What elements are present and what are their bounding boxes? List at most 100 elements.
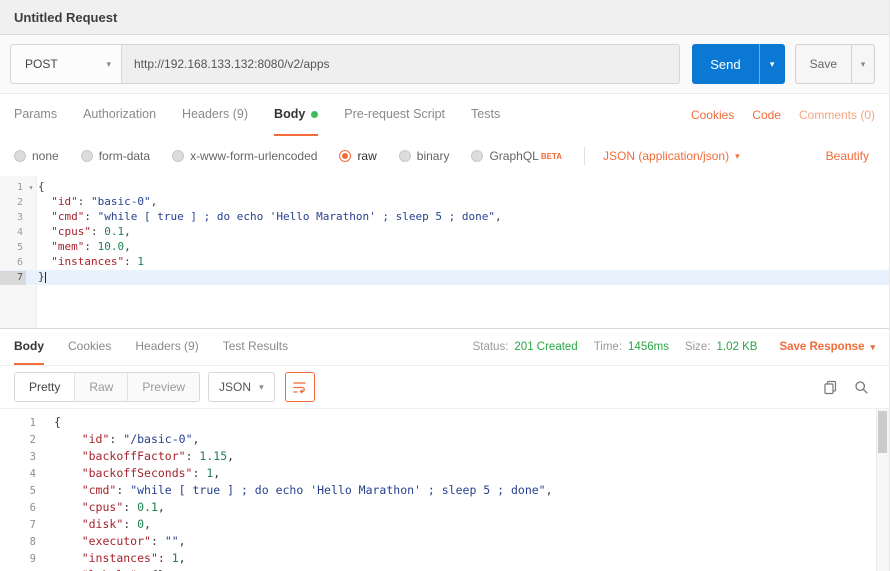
time-value: 1456ms xyxy=(628,341,669,353)
copy-icon xyxy=(823,380,838,395)
code-line[interactable]: 2 "id": "basic-0", xyxy=(0,195,889,210)
code-link[interactable]: Code xyxy=(752,108,781,122)
radio-graphql-label: GraphQL xyxy=(489,149,538,163)
request-tabs: Params Authorization Headers (9) Body Pr… xyxy=(0,94,889,136)
response-body-editor[interactable]: 1{2 "id": "/basic-0",3 "backoffFactor": … xyxy=(0,409,889,571)
radio-raw[interactable]: raw xyxy=(339,149,376,163)
tab-prerequest-label: Pre-request Script xyxy=(344,107,445,121)
tab-authorization[interactable]: Authorization xyxy=(83,94,156,136)
code-line[interactable]: 4 "cpus": 0.1, xyxy=(0,225,889,240)
size-value: 1.02 KB xyxy=(717,341,758,353)
request-title-bar: Untitled Request xyxy=(0,0,889,35)
code-text: { xyxy=(52,415,61,429)
radio-graphql[interactable]: GraphQL BETA xyxy=(471,149,562,163)
code-text: "cmd": "while [ true ] ; do echo 'Hello … xyxy=(52,483,553,497)
code-line[interactable]: 7 "disk": 0, xyxy=(8,516,889,533)
radio-icon xyxy=(399,150,411,162)
code-line[interactable]: 1{ xyxy=(8,414,889,431)
tab-tests[interactable]: Tests xyxy=(471,94,500,136)
response-tab-cookies-label: Cookies xyxy=(68,339,111,353)
code-line[interactable]: 5 "cmd": "while [ true ] ; do echo 'Hell… xyxy=(8,482,889,499)
send-options-button[interactable]: ▾ xyxy=(759,44,785,84)
radio-urlencoded-label: x-www-form-urlencoded xyxy=(190,149,317,163)
tab-params[interactable]: Params xyxy=(14,94,57,136)
view-raw-button[interactable]: Raw xyxy=(74,373,127,401)
code-line[interactable]: 6 "cpus": 0.1, xyxy=(8,499,889,516)
response-format-select[interactable]: JSON ▾ xyxy=(208,372,275,402)
code-line[interactable]: 10 "labels": {}, xyxy=(8,567,889,571)
line-number: 6 xyxy=(0,256,26,270)
line-number: 5 xyxy=(0,241,26,255)
beautify-link[interactable]: Beautify xyxy=(826,149,875,163)
search-button[interactable] xyxy=(854,380,869,395)
comments-link[interactable]: Comments (0) xyxy=(799,108,875,122)
tab-tests-label: Tests xyxy=(471,107,500,121)
url-input[interactable] xyxy=(122,44,680,84)
view-preview-button[interactable]: Preview xyxy=(127,373,199,401)
radio-form-data-label: form-data xyxy=(99,149,150,163)
code-text: "cmd": "while [ true ] ; do echo 'Hello … xyxy=(36,210,502,223)
radio-form-data[interactable]: form-data xyxy=(81,149,150,163)
text-cursor xyxy=(45,272,46,283)
fold-caret-icon[interactable]: ▾ xyxy=(26,181,36,195)
tab-headers[interactable]: Headers (9) xyxy=(182,94,248,136)
save-button[interactable]: Save xyxy=(795,44,851,84)
code-text: "instances": 1, xyxy=(52,551,186,565)
code-line[interactable]: 3 "backoffFactor": 1.15, xyxy=(8,448,889,465)
chevron-down-icon: ▾ xyxy=(861,59,866,70)
line-number: 4 xyxy=(0,226,26,240)
wrap-lines-icon xyxy=(292,380,307,395)
radio-raw-label: raw xyxy=(357,149,376,163)
code-line[interactable]: 8 "executor": "", xyxy=(8,533,889,550)
code-text: } xyxy=(36,270,46,283)
code-text: "backoffFactor": 1.15, xyxy=(52,449,234,463)
response-tab-headers[interactable]: Headers (9) xyxy=(135,329,198,365)
copy-button[interactable] xyxy=(823,380,838,395)
code-line[interactable]: 4 "backoffSeconds": 1, xyxy=(8,465,889,482)
line-number: 8 xyxy=(8,534,42,550)
line-number: 1 xyxy=(0,181,26,195)
response-tab-test-results[interactable]: Test Results xyxy=(223,329,288,365)
response-meta: Status: 201 Created Time: 1456ms Size: 1… xyxy=(463,329,875,365)
code-line[interactable]: 6 "instances": 1 xyxy=(0,255,889,270)
code-line[interactable]: 1▾{ xyxy=(0,180,889,195)
time-label: Time: xyxy=(594,341,622,353)
content-type-select[interactable]: JSON (application/json) ▾ xyxy=(603,149,740,163)
method-select[interactable]: POST ▾ xyxy=(10,44,122,84)
response-view-toggle: Pretty Raw Preview xyxy=(14,372,200,402)
line-number: 2 xyxy=(0,196,26,210)
page-title: Untitled Request xyxy=(14,10,117,25)
request-bar: POST ▾ Send ▾ Save ▾ xyxy=(0,35,889,94)
radio-binary[interactable]: binary xyxy=(399,149,450,163)
save-response-button[interactable]: Save Response ▾ xyxy=(779,341,875,353)
response-toolbar: Pretty Raw Preview JSON ▾ xyxy=(0,366,889,409)
save-options-button[interactable]: ▾ xyxy=(851,44,875,84)
chevron-down-icon: ▾ xyxy=(870,342,875,353)
view-pretty-button[interactable]: Pretty xyxy=(15,373,74,401)
code-line[interactable]: 3 "cmd": "while [ true ] ; do echo 'Hell… xyxy=(0,210,889,225)
code-line[interactable]: 2 "id": "/basic-0", xyxy=(8,431,889,448)
body-content-dot-icon xyxy=(311,111,318,118)
send-button[interactable]: Send xyxy=(692,44,758,84)
response-tab-body-label: Body xyxy=(14,339,44,353)
code-line[interactable]: 9 "instances": 1, xyxy=(8,550,889,567)
response-tab-cookies[interactable]: Cookies xyxy=(68,329,111,365)
code-text: "id": "/basic-0", xyxy=(52,432,199,446)
radio-binary-label: binary xyxy=(417,149,450,163)
code-line[interactable]: 5 "mem": 10.0, xyxy=(0,240,889,255)
request-body-editor[interactable]: 1▾{2 "id": "basic-0",3 "cmd": "while [ t… xyxy=(0,176,889,328)
radio-icon xyxy=(81,150,93,162)
code-text: "cpus": 0.1, xyxy=(36,225,131,238)
chevron-down-icon: ▾ xyxy=(259,382,264,393)
tab-body[interactable]: Body xyxy=(274,94,318,136)
code-text: "id": "basic-0", xyxy=(36,195,157,208)
cookies-link[interactable]: Cookies xyxy=(691,108,734,122)
radio-none[interactable]: none xyxy=(14,149,59,163)
tab-prerequest-script[interactable]: Pre-request Script xyxy=(344,94,445,136)
line-number: 7 xyxy=(0,271,26,285)
response-tab-body[interactable]: Body xyxy=(14,329,44,365)
radio-urlencoded[interactable]: x-www-form-urlencoded xyxy=(172,149,317,163)
size-label: Size: xyxy=(685,341,711,353)
code-line[interactable]: 7} xyxy=(0,270,889,285)
wrap-lines-button[interactable] xyxy=(285,372,315,402)
